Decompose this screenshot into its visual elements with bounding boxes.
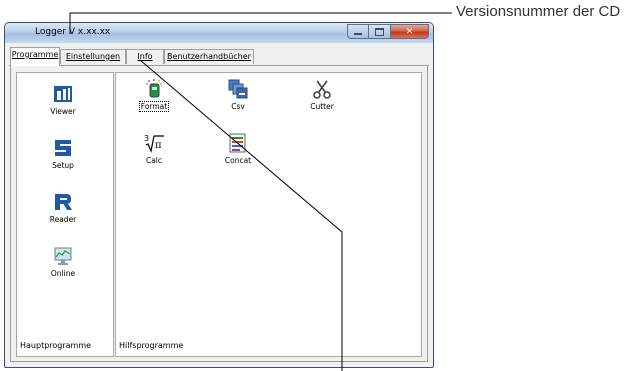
- reader-launcher[interactable]: Reader: [35, 191, 91, 224]
- svg-text:3: 3: [144, 134, 149, 143]
- concat-icon: [229, 133, 246, 153]
- format-icon: [146, 79, 162, 98]
- tab-bar: Programme Einstellungen Info Benutzerhan…: [9, 47, 429, 66]
- close-icon: ✕: [405, 26, 414, 37]
- window-controls: ✕: [347, 24, 429, 39]
- concat-launcher[interactable]: Concat: [210, 132, 266, 165]
- viewer-icon: [54, 86, 72, 102]
- calc-launcher[interactable]: 3 π Calc: [126, 132, 182, 165]
- window-title: Logger V x.xx.xx: [35, 27, 111, 37]
- setup-icon: [55, 140, 71, 156]
- minimize-icon: [354, 33, 362, 35]
- setup-label: Setup: [52, 161, 74, 170]
- scissors-icon: [313, 80, 331, 99]
- minimize-button[interactable]: [347, 24, 369, 39]
- version-callout-label: Versionsnummer der CD: [456, 3, 621, 20]
- svg-text:π: π: [155, 140, 162, 151]
- calc-label: Calc: [145, 156, 163, 165]
- setup-launcher[interactable]: Setup: [35, 137, 91, 170]
- csv-launcher[interactable]: Csv: [210, 78, 266, 111]
- tab-programme[interactable]: Programme: [10, 47, 60, 66]
- maximize-icon: [375, 27, 384, 36]
- helper-programs-panel: Format Csv Cutter 3 π Calc Concat Hilfsp…: [115, 72, 422, 357]
- helper-programs-label: Hilfsprogramme: [119, 341, 184, 350]
- viewer-label: Viewer: [50, 107, 76, 116]
- cutter-launcher[interactable]: Cutter: [294, 78, 350, 111]
- maximize-button[interactable]: [369, 24, 391, 39]
- reader-icon: [55, 194, 72, 210]
- concat-label: Concat: [224, 156, 252, 165]
- format-launcher[interactable]: Format: [126, 78, 182, 112]
- online-label: Online: [50, 269, 76, 278]
- main-programs-label: Hauptprogramme: [20, 341, 92, 350]
- reader-label: Reader: [49, 215, 77, 224]
- close-button[interactable]: ✕: [391, 24, 429, 39]
- format-label: Format: [138, 101, 170, 112]
- online-monitor-icon: [54, 247, 72, 265]
- online-launcher[interactable]: Online: [35, 245, 91, 278]
- cutter-label: Cutter: [310, 102, 334, 111]
- title-bar[interactable]: Logger V x.xx.xx ✕: [5, 23, 433, 43]
- tab-info[interactable]: Info: [126, 49, 164, 64]
- calc-root-icon: 3 π: [144, 134, 164, 154]
- tab-einstellungen[interactable]: Einstellungen: [60, 49, 126, 64]
- csv-label: Csv: [231, 102, 245, 111]
- tab-benutzerhandbuecher[interactable]: Benutzerhandbücher: [164, 49, 254, 64]
- logger-window: Logger V x.xx.xx ✕ Programme Einstellung…: [4, 22, 434, 368]
- main-programs-panel: Viewer Setup Reader Online Hauptprogramm…: [16, 72, 114, 357]
- tab-content: Viewer Setup Reader Online Hauptprogramm…: [10, 66, 428, 362]
- viewer-launcher[interactable]: Viewer: [35, 83, 91, 116]
- csv-icon: [228, 79, 248, 99]
